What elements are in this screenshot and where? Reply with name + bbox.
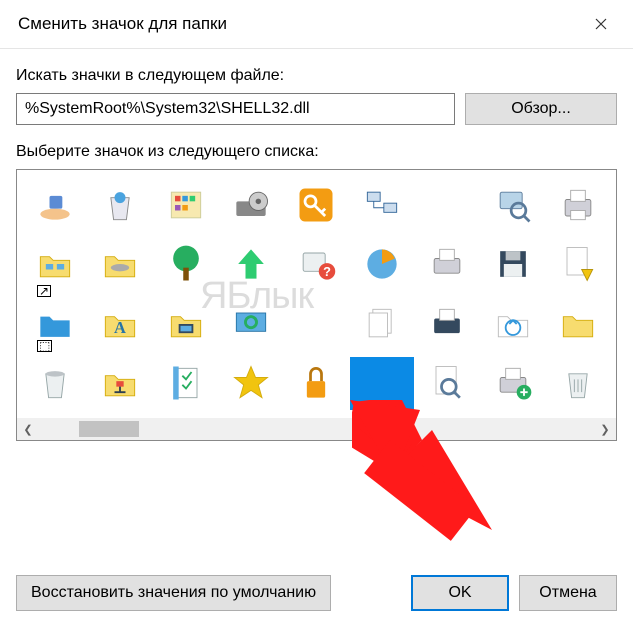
help-shield-icon[interactable]: ?: [285, 238, 348, 292]
hand-share-icon[interactable]: [23, 178, 86, 232]
close-button[interactable]: [579, 8, 623, 40]
pick-label: Выберите значок из следующего списка:: [16, 143, 617, 161]
document-warning-icon[interactable]: [547, 238, 610, 292]
control-panel-icon[interactable]: [154, 178, 217, 232]
printer-flat-icon[interactable]: [416, 297, 479, 351]
chart-blue-icon[interactable]: [350, 238, 413, 292]
printer-icon[interactable]: [416, 238, 479, 292]
scrollbar-thumb[interactable]: [79, 421, 139, 437]
yellow-folder-icon[interactable]: [547, 297, 610, 351]
padlock-icon[interactable]: [285, 357, 348, 411]
floppy-disk-icon[interactable]: [481, 238, 544, 292]
network-tree-icon[interactable]: [88, 357, 151, 411]
horizontal-scrollbar[interactable]: ❮ ❯: [17, 418, 616, 440]
recycle-bin-full-icon[interactable]: [88, 178, 151, 232]
network-drive-icon[interactable]: [88, 238, 151, 292]
scroll-left-button[interactable]: ❮: [17, 418, 39, 440]
arrow-up-green-icon[interactable]: [219, 238, 282, 292]
printer-fax-icon[interactable]: [547, 178, 610, 232]
shortcut-overlay-icon: ↗: [37, 285, 51, 297]
browse-button[interactable]: Обзор...: [465, 93, 617, 125]
window-title: Сменить значок для папки: [18, 14, 227, 34]
blue-folder-icon[interactable]: [23, 297, 86, 351]
svg-text:?: ?: [324, 264, 332, 279]
font-folder-icon[interactable]: A: [88, 297, 151, 351]
restore-defaults-button[interactable]: Восстановить значения по умолчанию: [16, 575, 331, 611]
titlebar: Сменить значок для папки: [0, 0, 633, 49]
empty-icon[interactable]: [416, 178, 479, 232]
ok-button[interactable]: OK: [411, 575, 509, 611]
network-computers-icon[interactable]: [350, 178, 413, 232]
checklist-icon[interactable]: [154, 357, 217, 411]
refresh-monitor-icon[interactable]: [219, 297, 282, 351]
documents-stack-icon[interactable]: [350, 297, 413, 351]
svg-text:A: A: [114, 318, 126, 337]
computer-folder-icon[interactable]: [154, 297, 217, 351]
recycle-folder-icon[interactable]: [481, 297, 544, 351]
recycle-bin-alt-icon[interactable]: [547, 357, 610, 411]
search-document-icon[interactable]: [416, 357, 479, 411]
search-computer-icon[interactable]: [481, 178, 544, 232]
empty-icon[interactable]: [285, 297, 348, 351]
star-favorite-icon[interactable]: [219, 357, 282, 411]
printer-add-icon[interactable]: [481, 357, 544, 411]
icon-list[interactable]: ? A ↗: [16, 169, 617, 441]
search-label: Искать значки в следующем файле:: [16, 67, 617, 85]
cancel-button[interactable]: Отмена: [519, 575, 617, 611]
shortcut-overlay-icon: ⬚: [37, 340, 52, 352]
selected-blank-icon[interactable]: [350, 357, 413, 411]
network-folder-icon[interactable]: [23, 238, 86, 292]
tree-icon[interactable]: [154, 238, 217, 292]
key-orange-icon[interactable]: [285, 178, 348, 232]
recycle-empty-icon[interactable]: [23, 357, 86, 411]
scroll-right-button[interactable]: ❯: [594, 418, 616, 440]
optical-drive-icon[interactable]: [219, 178, 282, 232]
scrollbar-track[interactable]: [39, 418, 594, 440]
icon-path-input[interactable]: [16, 93, 455, 125]
